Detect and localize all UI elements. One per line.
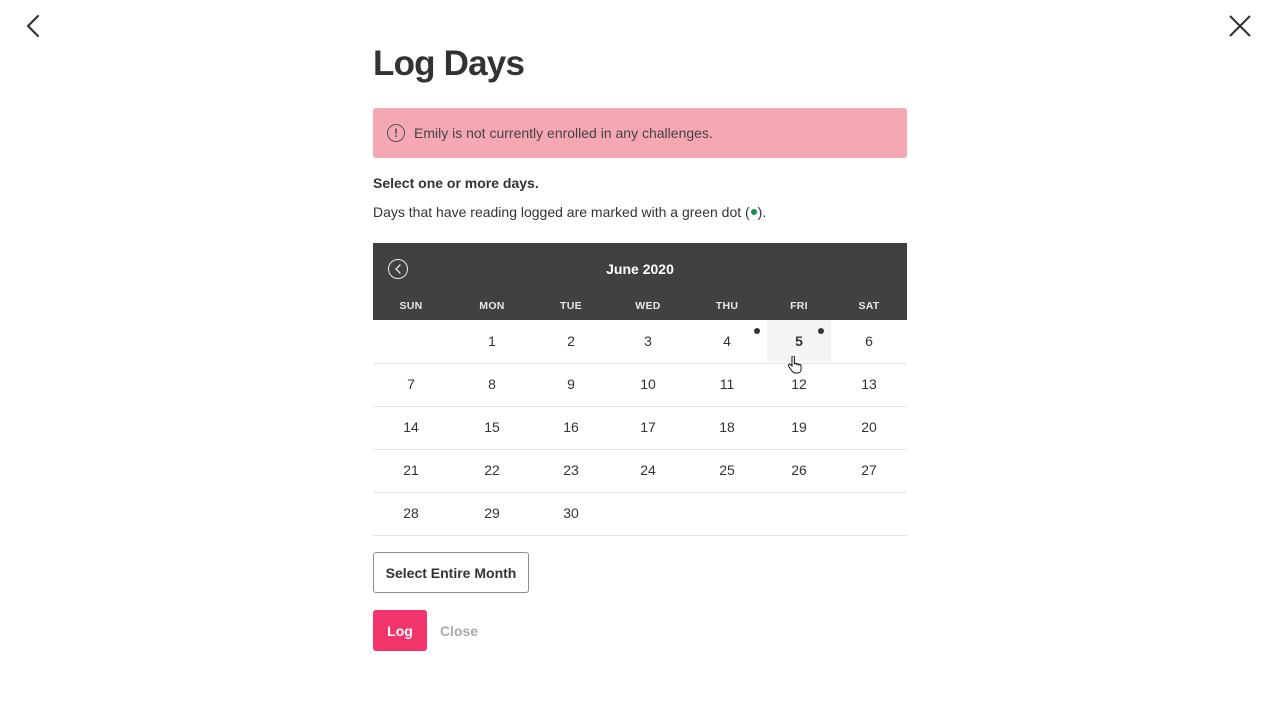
calendar-day-1[interactable]: 1 bbox=[460, 320, 524, 362]
calendar-day-26[interactable]: 26 bbox=[767, 449, 831, 491]
calendar-day-28[interactable]: 28 bbox=[379, 492, 443, 534]
calendar-day-16[interactable]: 16 bbox=[539, 406, 603, 448]
calendar-day-27[interactable]: 27 bbox=[837, 449, 901, 491]
calendar-day-3[interactable]: 3 bbox=[616, 320, 680, 362]
logged-days-hint: Days that have reading logged are marked… bbox=[373, 204, 766, 220]
weekday-header-thu: THU bbox=[715, 300, 739, 312]
weekday-header-sat: SAT bbox=[858, 300, 880, 312]
calendar-day-6[interactable]: 6 bbox=[837, 320, 901, 362]
range-start-dot bbox=[754, 328, 760, 334]
select-instruction: Select one or more days. bbox=[373, 175, 539, 191]
calendar-day-4[interactable]: 4 bbox=[695, 320, 759, 362]
weekday-header-fri: FRI bbox=[790, 300, 808, 312]
calendar-week-row: 7 8 9 10 11 12 13 bbox=[373, 363, 907, 407]
calendar-day-18[interactable]: 18 bbox=[695, 406, 759, 448]
alert-message: Emily is not currently enrolled in any c… bbox=[414, 125, 713, 141]
calendar-day-21[interactable]: 21 bbox=[379, 449, 443, 491]
calendar-day-8[interactable]: 8 bbox=[460, 363, 524, 405]
calendar-day-11[interactable]: 11 bbox=[695, 363, 759, 405]
calendar-day-2[interactable]: 2 bbox=[539, 320, 603, 362]
log-button[interactable]: Log bbox=[373, 610, 427, 651]
calendar-day-29[interactable]: 29 bbox=[460, 492, 524, 534]
calendar-header: June 2020 SUN MON TUE WED THU FRI SAT bbox=[373, 243, 907, 320]
weekday-header-tue: TUE bbox=[560, 300, 582, 312]
calendar-week-row: 123456 bbox=[373, 320, 907, 364]
calendar-week-row: 14 15 16 17 18 19 20 bbox=[373, 406, 907, 450]
calendar-day-13[interactable]: 13 bbox=[837, 363, 901, 405]
calendar-day-20[interactable]: 20 bbox=[837, 406, 901, 448]
green-dot-icon bbox=[750, 209, 757, 216]
range-end-dot bbox=[818, 328, 824, 334]
calendar-day-9[interactable]: 9 bbox=[539, 363, 603, 405]
back-button[interactable] bbox=[20, 12, 46, 40]
calendar-day-23[interactable]: 23 bbox=[539, 449, 603, 491]
enrollment-alert: ! Emily is not currently enrolled in any… bbox=[373, 108, 907, 158]
calendar-day-10[interactable]: 10 bbox=[616, 363, 680, 405]
calendar-day-22[interactable]: 22 bbox=[460, 449, 524, 491]
calendar-week-row: 21 22 23 24 25 26 27 bbox=[373, 449, 907, 493]
calendar-day-25[interactable]: 25 bbox=[695, 449, 759, 491]
close-dialog-button[interactable] bbox=[1226, 12, 1254, 40]
exclamation-circle-icon: ! bbox=[387, 124, 405, 142]
page-title: Log Days bbox=[373, 44, 525, 83]
calendar-day-19[interactable]: 19 bbox=[767, 406, 831, 448]
weekday-header-wed: WED bbox=[635, 300, 661, 312]
calendar-day-15[interactable]: 15 bbox=[460, 406, 524, 448]
calendar-day-14[interactable]: 14 bbox=[379, 406, 443, 448]
chevron-left-icon bbox=[26, 14, 40, 38]
calendar-day-30[interactable]: 30 bbox=[539, 492, 603, 534]
calendar-day-5[interactable]: 5 bbox=[767, 320, 831, 362]
calendar-month-title: June 2020 bbox=[606, 261, 674, 277]
calendar-day-7[interactable]: 7 bbox=[379, 363, 443, 405]
hint-text-end: ). bbox=[757, 204, 767, 220]
hint-text-start: Days that have reading logged are marked… bbox=[373, 204, 750, 220]
calendar-day-17[interactable]: 17 bbox=[616, 406, 680, 448]
weekday-header-sun: SUN bbox=[399, 300, 423, 312]
calendar-week-row: 28 29 30 bbox=[373, 492, 907, 536]
calendar-day-24[interactable]: 24 bbox=[616, 449, 680, 491]
close-button[interactable]: Close bbox=[431, 610, 487, 651]
close-icon bbox=[1229, 15, 1251, 37]
calendar-day-12[interactable]: 12 bbox=[767, 363, 831, 405]
weekday-header-mon: MON bbox=[479, 300, 505, 312]
select-entire-month-button[interactable]: Select Entire Month bbox=[373, 552, 529, 593]
